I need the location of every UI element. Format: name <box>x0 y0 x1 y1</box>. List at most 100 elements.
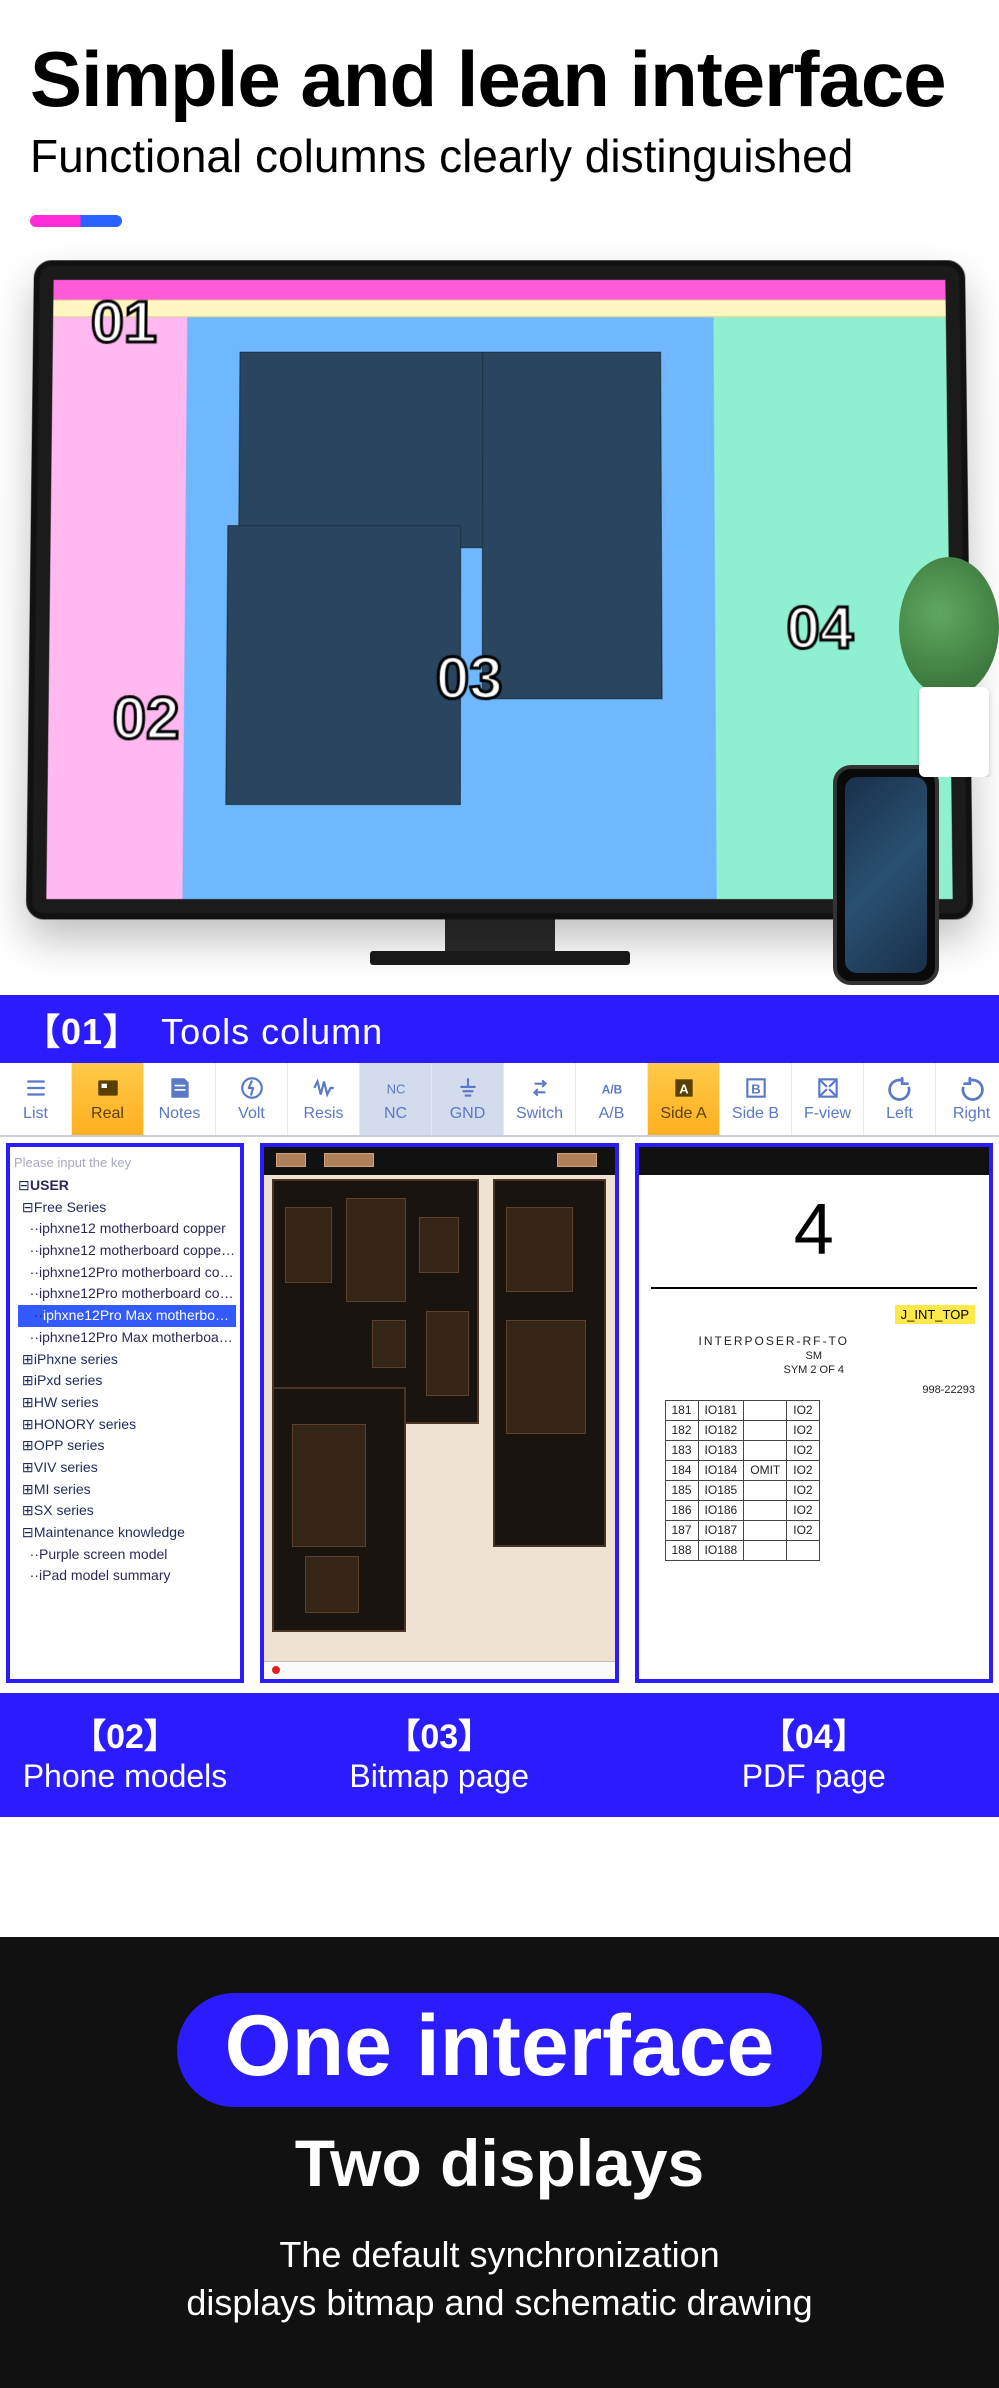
desk-illustration: 01 02 03 04 <box>0 257 999 995</box>
app-toolbar-small <box>53 299 946 317</box>
pane-phone-models <box>46 317 187 899</box>
promo-line2: Two displays <box>30 2125 969 2201</box>
tree-user[interactable]: ⊟USER <box>18 1175 236 1197</box>
tree-group[interactable]: ⊞HW series <box>18 1392 236 1414</box>
list-icon <box>23 1075 49 1101</box>
toolbar-sidea-button[interactable]: ASide A <box>648 1063 720 1135</box>
table-row: 182IO182IO2 <box>665 1420 819 1440</box>
right-icon <box>959 1075 985 1101</box>
pane-bitmap <box>182 317 717 899</box>
sideb-icon: B <box>743 1075 769 1101</box>
tree-free-item[interactable]: ··iphxne12Pro Max motherboard c <box>18 1327 236 1349</box>
section-number: 【01】 <box>24 1011 140 1052</box>
tree-free-item[interactable]: ··iphxne12 motherboard copper <box>18 1218 236 1240</box>
overlay-03: 03 <box>436 643 503 712</box>
toolbar-fview-button[interactable]: F-view <box>792 1063 864 1135</box>
svg-text:A/B: A/B <box>601 1082 622 1096</box>
tree-group[interactable]: ⊞iPxd series <box>18 1370 236 1392</box>
tree-group[interactable]: ⊞iPhxne series <box>18 1349 236 1371</box>
table-row: 181IO181IO2 <box>665 1400 819 1420</box>
svg-text:NC: NC <box>386 1081 405 1096</box>
pdf-interposer: INTERPOSER-RF-TO <box>699 1334 990 1348</box>
app-titlebar <box>53 280 945 300</box>
caption-03: 【03】 Bitmap page <box>260 1693 619 1817</box>
detail-row: Please input the key ⊟USER ⊟Free Series … <box>0 1137 999 1693</box>
hero-title: Simple and lean interface <box>30 40 969 118</box>
pdf-page-number: 4 <box>639 1175 990 1271</box>
overlay-02: 02 <box>112 683 180 752</box>
toolbar-right-button[interactable]: Right <box>936 1063 999 1135</box>
toolbar-volt-button[interactable]: Volt <box>216 1063 288 1135</box>
switch-icon <box>527 1075 553 1101</box>
tree-free-item[interactable]: ··iphxne12Pro motherboard coppe <box>18 1262 236 1284</box>
volt-icon <box>239 1075 265 1101</box>
tree-maint-item[interactable]: ··iPad model summary <box>18 1565 236 1587</box>
pdf-sm: SM <box>639 1350 990 1362</box>
toolbar-list-button[interactable]: List <box>0 1063 72 1135</box>
ruler-icon <box>264 1661 615 1679</box>
toolbar-real-button[interactable]: Real <box>72 1063 144 1135</box>
table-row: 185IO185IO2 <box>665 1480 819 1500</box>
toolbar-notes-button[interactable]: Notes <box>144 1063 216 1135</box>
tree-maint[interactable]: ⊟Maintenance knowledge <box>18 1522 236 1544</box>
svg-text:A: A <box>679 1081 689 1096</box>
table-row: 184IO184OMITIO2 <box>665 1460 819 1480</box>
caption-04: 【04】 PDF page <box>635 1693 994 1817</box>
tree-group[interactable]: ⊞VIV series <box>18 1457 236 1479</box>
pdf-ref: 998-22293 <box>639 1384 976 1396</box>
toolbar-ab-button[interactable]: A/BA/B <box>576 1063 648 1135</box>
promo: One interface Two displays The default s… <box>0 1937 999 2388</box>
tree-free-item[interactable]: ··iphxne12 motherboard copperAB <box>18 1240 236 1262</box>
search-input[interactable]: Please input the key <box>14 1153 236 1173</box>
caption-02: 【02】 Phone models <box>6 1693 244 1817</box>
plant-icon <box>879 557 999 777</box>
ab-icon: A/B <box>599 1075 625 1101</box>
pdf-io-table: 181IO181IO2182IO182IO2183IO183IO2184IO18… <box>665 1400 820 1561</box>
resis-icon <box>311 1075 337 1101</box>
detail-captions: 【02】 Phone models 【03】 Bitmap page 【04】 … <box>0 1693 999 1817</box>
panel-phone-models: Please input the key ⊟USER ⊟Free Series … <box>6 1143 244 1683</box>
pdf-sym: SYM 2 OF 4 <box>639 1364 990 1376</box>
monitor: 01 02 03 04 <box>26 260 973 919</box>
tree-maint-item[interactable]: ··Purple screen model <box>18 1544 236 1566</box>
tree-free-item[interactable]: ··iphxne12Pro Max motherboard c <box>18 1305 236 1327</box>
promo-pill: One interface <box>177 1993 823 2107</box>
toolbar-sideb-button[interactable]: BSide B <box>720 1063 792 1135</box>
app-toolbar: ListRealNotesVoltResisNCNCGNDSwitchA/BA/… <box>0 1063 999 1137</box>
toolbar-left-button[interactable]: Left <box>864 1063 936 1135</box>
table-row: 187IO187IO2 <box>665 1520 819 1540</box>
pdf-highlight: J_INT_TOP <box>895 1305 975 1324</box>
fview-icon <box>815 1075 841 1101</box>
tree-group[interactable]: ⊞SX series <box>18 1500 236 1522</box>
tree-group[interactable]: ⊞HONORY series <box>18 1414 236 1436</box>
accent-bar-icon <box>30 215 122 227</box>
table-row: 188IO188 <box>665 1540 819 1560</box>
smartphone-icon <box>833 765 939 985</box>
tree-free-item[interactable]: ··iphxne12Pro motherboard coppe <box>18 1283 236 1305</box>
promo-body: The default synchronization displays bit… <box>30 2231 969 2328</box>
notes-icon <box>167 1075 193 1101</box>
svg-text:B: B <box>751 1081 760 1096</box>
panel-bitmap <box>260 1143 619 1683</box>
overlay-04: 04 <box>786 593 853 662</box>
toolbar-switch-button[interactable]: Switch <box>504 1063 576 1135</box>
panel-pdf: 4 J_INT_TOP INTERPOSER-RF-TO SM SYM 2 OF… <box>635 1143 994 1683</box>
hero: Simple and lean interface Functional col… <box>0 0 999 193</box>
overlay-01: 01 <box>90 288 157 356</box>
sidea-icon: A <box>671 1075 697 1101</box>
motherboard-icon <box>272 1179 607 1651</box>
section-title: Tools column <box>161 1011 383 1052</box>
gnd-icon <box>455 1075 481 1101</box>
nc-icon: NC <box>383 1075 409 1101</box>
tree-group[interactable]: ⊞MI series <box>18 1479 236 1501</box>
real-icon <box>95 1075 121 1101</box>
table-row: 183IO183IO2 <box>665 1440 819 1460</box>
tree-group[interactable]: ⊞OPP series <box>18 1435 236 1457</box>
toolbar-resis-button[interactable]: Resis <box>288 1063 360 1135</box>
tree-free-series[interactable]: ⊟Free Series <box>18 1197 236 1219</box>
toolbar-nc-button[interactable]: NCNC <box>360 1063 432 1135</box>
toolbar-gnd-button[interactable]: GND <box>432 1063 504 1135</box>
hero-subtitle: Functional columns clearly distinguished <box>30 130 969 183</box>
table-row: 186IO186IO2 <box>665 1500 819 1520</box>
left-icon <box>887 1075 913 1101</box>
